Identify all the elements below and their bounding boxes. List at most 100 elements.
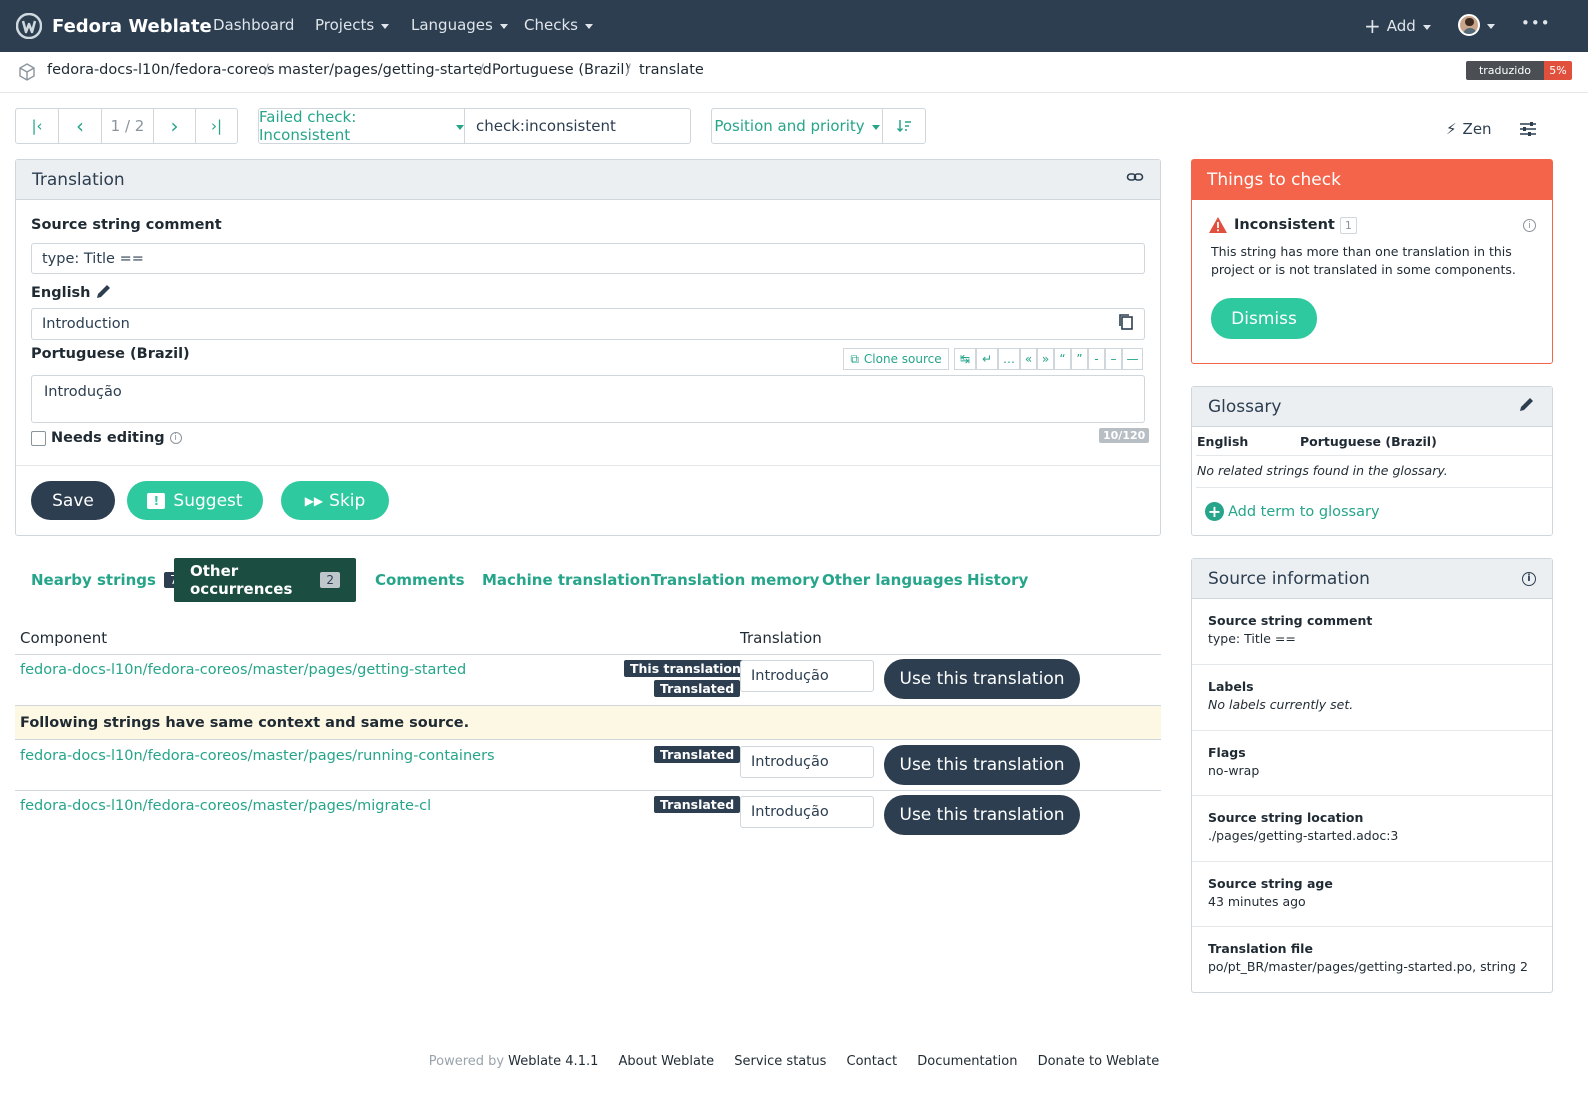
sort-dropdown[interactable]: Position and priority (712, 109, 883, 143)
translated-badge: Translated (654, 796, 741, 813)
weblate-logo-icon (16, 13, 42, 39)
plus-circle-icon: + (1205, 502, 1224, 521)
use-this-translation-button[interactable]: Use this translation (884, 745, 1080, 785)
footer-status-link[interactable]: Service status (734, 1054, 826, 1069)
special-char-raquo[interactable]: » (1037, 348, 1054, 370)
column-header-component: Component (20, 629, 108, 647)
special-char-tab[interactable]: ↹ (954, 348, 976, 370)
settings-sliders-icon[interactable] (1519, 120, 1537, 142)
source-information-panel: Source information i Source string comme… (1191, 558, 1553, 993)
tab-machine-translation[interactable]: Machine translation (482, 558, 651, 602)
tab-history[interactable]: History (967, 558, 1028, 602)
needs-editing-checkbox[interactable] (31, 430, 46, 446)
zen-button[interactable]: ⚡︎ Zen (1446, 120, 1492, 138)
caret-down-icon (1422, 24, 1431, 30)
tab-translation-memory[interactable]: Translation memory (651, 558, 819, 602)
plus-icon: + (1364, 14, 1381, 38)
check-count: 1 (1339, 216, 1357, 234)
add-term-link[interactable]: + Add term to glossary (1205, 502, 1380, 521)
nav-languages[interactable]: Languages (411, 16, 508, 34)
comment-exclamation-icon: ! (147, 492, 166, 509)
translation-textarea[interactable]: Introdução (31, 375, 1145, 423)
special-char-rdquo[interactable]: ” (1071, 348, 1088, 370)
target-language-label: Portuguese (Brazil) (31, 346, 190, 362)
user-menu[interactable] (1458, 14, 1495, 36)
dismiss-button[interactable]: Dismiss (1211, 298, 1317, 339)
brand[interactable]: Fedora Weblate (16, 12, 212, 40)
special-char-ellipsis[interactable]: … (998, 348, 1020, 370)
occurrence-component-link[interactable]: fedora-docs-l10n/fedora-coreos/master/pa… (20, 662, 466, 678)
footer-about-link[interactable]: About Weblate (619, 1054, 715, 1069)
caret-down-icon (584, 23, 593, 29)
source-comment-field: type: Title == (31, 243, 1145, 274)
search-input[interactable]: check:inconsistent (465, 109, 690, 143)
special-char-hyphen[interactable]: - (1088, 348, 1105, 370)
special-char-ldquo[interactable]: “ (1054, 348, 1071, 370)
sort-direction-button[interactable] (883, 109, 925, 143)
source-language-label: English (31, 282, 113, 304)
copy-icon[interactable] (1118, 313, 1134, 335)
pencil-icon[interactable] (1518, 395, 1536, 418)
glossary-col-target: Portuguese (Brazil) (1300, 434, 1437, 449)
breadcrumb-action: translate (639, 62, 704, 78)
special-char-em-dash[interactable]: — (1122, 348, 1143, 370)
first-button[interactable]: |‹ (16, 109, 59, 143)
special-char-en-dash[interactable]: – (1105, 348, 1122, 370)
tab-other-languages[interactable]: Other languages (822, 558, 963, 602)
more-menu-icon[interactable]: ••• (1521, 14, 1551, 32)
check-info-icon[interactable]: i (1523, 219, 1536, 232)
info-circle-icon[interactable]: i (1522, 571, 1536, 586)
info-row-comment: Source string comment type: Title == (1192, 599, 1552, 665)
search-group: Failed check: Inconsistent check:inconsi… (258, 108, 691, 144)
nav-checks[interactable]: Checks (524, 16, 593, 34)
chevron-right-icon: › (170, 114, 179, 138)
occurrence-component-link[interactable]: fedora-docs-l10n/fedora-coreos/master/pa… (20, 798, 431, 814)
occurrence-component-link[interactable]: fedora-docs-l10n/fedora-coreos/master/pa… (20, 748, 495, 764)
special-char-laquo[interactable]: « (1020, 348, 1037, 370)
pager-group: |‹ ‹ 1 / 2 › ›| (15, 108, 238, 144)
special-char-newline[interactable]: ↵ (976, 348, 998, 370)
nav-dashboard[interactable]: Dashboard (213, 16, 294, 34)
table-divider (15, 790, 1161, 791)
occurrence-translation-field: Introdução (740, 796, 874, 828)
check-heading: Inconsistent 1 (1208, 216, 1357, 234)
chevron-left-icon: ‹ (76, 114, 84, 138)
tab-comments[interactable]: Comments (375, 558, 465, 602)
info-row-age: Source string age 43 minutes ago (1192, 862, 1552, 927)
footer: Powered by Weblate 4.1.1 About Weblate Se… (0, 1054, 1588, 1069)
translation-panel-header: Translation (16, 160, 1160, 200)
column-header-translation: Translation (740, 629, 822, 647)
pencil-icon[interactable] (95, 282, 113, 304)
breadcrumb-project[interactable]: fedora-docs-l10n/fedora-coreos (47, 62, 275, 78)
nav-add[interactable]: + Add (1364, 16, 1431, 36)
previous-button[interactable]: ‹ (59, 109, 102, 143)
last-button[interactable]: ›| (196, 109, 237, 143)
glossary-empty: No related strings found in the glossary… (1197, 463, 1448, 478)
footer-donate-link[interactable]: Donate to Weblate (1038, 1054, 1160, 1069)
occurrence-translation-field: Introdução (740, 660, 874, 692)
footer-version-link[interactable]: Weblate 4.1.1 (508, 1054, 598, 1069)
footer-contact-link[interactable]: Contact (847, 1054, 898, 1069)
link-icon[interactable] (1126, 168, 1144, 191)
special-chars-toolbar: ↹ ↵ … « » “ ” - – — (954, 348, 1143, 370)
use-this-translation-button[interactable]: Use this translation (884, 659, 1080, 699)
avatar (1458, 14, 1480, 36)
breadcrumb-language[interactable]: Portuguese (Brazil) (492, 62, 630, 78)
tab-nearby-strings[interactable]: Nearby strings7 (31, 558, 184, 602)
next-button[interactable]: › (154, 109, 196, 143)
filter-dropdown[interactable]: Failed check: Inconsistent (259, 108, 465, 144)
skip-button[interactable]: ▶▶ Skip (281, 481, 389, 520)
use-this-translation-button[interactable]: Use this translation (884, 795, 1080, 835)
caret-down-icon (381, 23, 390, 29)
info-row-file: Translation file po/pt_BR/master/pages/g… (1208, 941, 1528, 974)
breadcrumb-separator: / (264, 62, 269, 78)
clone-source-button[interactable]: ⧉ Clone source (843, 348, 949, 370)
save-button[interactable]: Save (31, 481, 115, 520)
suggest-button[interactable]: ! Suggest (127, 481, 263, 520)
breadcrumb-component[interactable]: master/pages/getting-started (278, 62, 492, 78)
tab-other-occurrences[interactable]: Other occurrences 2 (174, 558, 356, 602)
translated-progress-badge[interactable]: traduzido 5% (1466, 61, 1572, 80)
footer-docs-link[interactable]: Documentation (917, 1054, 1017, 1069)
app-title: Fedora Weblate (52, 15, 212, 37)
nav-projects[interactable]: Projects (315, 16, 390, 34)
